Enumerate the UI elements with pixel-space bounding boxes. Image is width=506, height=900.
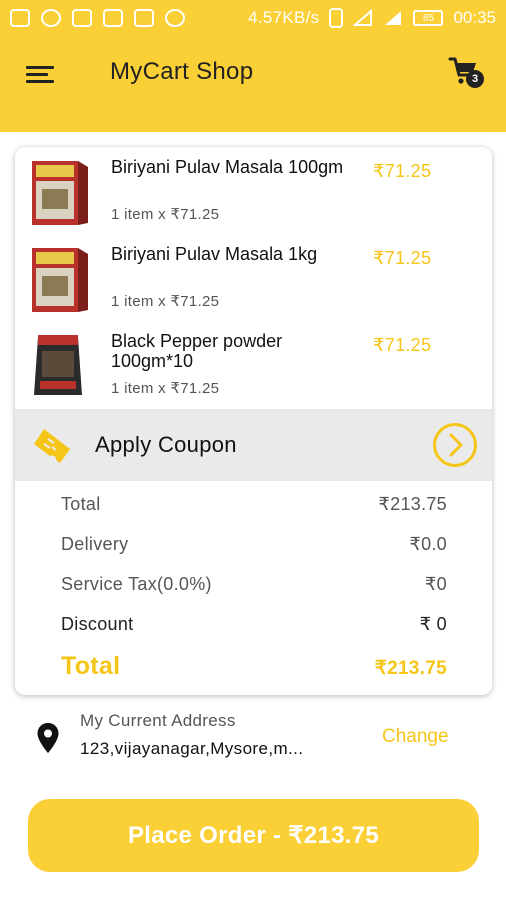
address-value: 123,vijayanagar,Mysore,m... [80,739,304,758]
cart-summary-card: Biriyani Pulav Masala 100gm 1 item x ₹71… [15,147,492,695]
product-thumbnail [32,248,88,312]
service-tax-label: Service Tax(0.0%) [61,574,212,594]
app-bar: MyCart Shop 3 [0,36,506,132]
item-name: Black Pepper powder 100gm*10 [111,331,283,371]
item-price: ₹71.25 [373,248,432,268]
delivery-row: Delivery ₹0.0 [61,534,447,555]
subtotal-label: Total [61,494,101,514]
grand-total-label: Total [61,652,121,680]
item-price: ₹71.25 [373,335,432,355]
cell-signal-icon [385,11,402,25]
message-icon [10,9,30,27]
discount-row: Discount ₹ 0 [61,614,447,635]
place-order-button[interactable]: Place Order - ₹213.75 [28,799,479,872]
chevron-right-circle-icon[interactable] [432,422,478,468]
product-thumbnail [32,161,88,225]
network-speed: 4.57KB/s [248,8,320,27]
cart-button[interactable]: 3 [448,56,488,92]
vibrate-icon [329,8,344,28]
cart-item[interactable]: Biriyani Pulav Masala 100gm 1 item x ₹71… [15,147,492,234]
discount-label: Discount [61,614,134,634]
usb-icon [103,9,123,27]
fan-icon [165,9,185,27]
discount-value: ₹ 0 [419,614,447,634]
cart-item[interactable]: Biriyani Pulav Masala 1kg 1 item x ₹71.2… [15,234,492,321]
delivery-value: ₹0.0 [409,534,447,554]
status-bar-notifications [10,9,185,27]
location-pin-icon [37,723,59,753]
address-label: My Current Address [80,711,236,730]
page-title: MyCart Shop [110,58,254,85]
product-thumbnail [34,335,82,395]
change-address-link[interactable]: Change [382,726,449,748]
delivery-label: Delivery [61,534,129,554]
menu-icon[interactable] [26,64,54,86]
service-tax-value: ₹0 [424,574,447,594]
image-icon [134,9,154,27]
item-quantity: 1 item x ₹71.25 [111,380,220,397]
apply-coupon-label: Apply Coupon [95,432,237,457]
subtotal-value: ₹213.75 [378,494,447,514]
whatsapp-icon [41,9,61,27]
wifi-signal-icon [353,9,373,26]
subtotal-row: Total ₹213.75 [61,494,447,515]
clock: 00:35 [453,8,496,27]
cart-count-badge: 3 [466,70,484,88]
grand-total-value: ₹213.75 [374,658,447,679]
apply-coupon-button[interactable]: Apply Coupon [15,409,492,481]
gmail-icon [72,9,92,27]
battery-icon: 85 [413,10,444,26]
item-name: Biriyani Pulav Masala 1kg [111,244,318,264]
item-quantity: 1 item x ₹71.25 [111,206,220,223]
item-quantity: 1 item x ₹71.25 [111,293,220,310]
item-price: ₹71.25 [373,161,432,181]
status-bar: 4.57KB/s 85 00:35 [0,0,506,36]
grand-total-row: Total ₹213.75 [61,652,447,681]
service-tax-row: Service Tax(0.0%) ₹0 [61,574,447,595]
cart-item[interactable]: Black Pepper powder 100gm*10 1 item x ₹7… [15,321,492,408]
item-name: Biriyani Pulav Masala 100gm [111,157,344,177]
coupon-ticket-icon [34,429,70,463]
status-bar-system: 4.57KB/s 85 00:35 [248,8,496,28]
